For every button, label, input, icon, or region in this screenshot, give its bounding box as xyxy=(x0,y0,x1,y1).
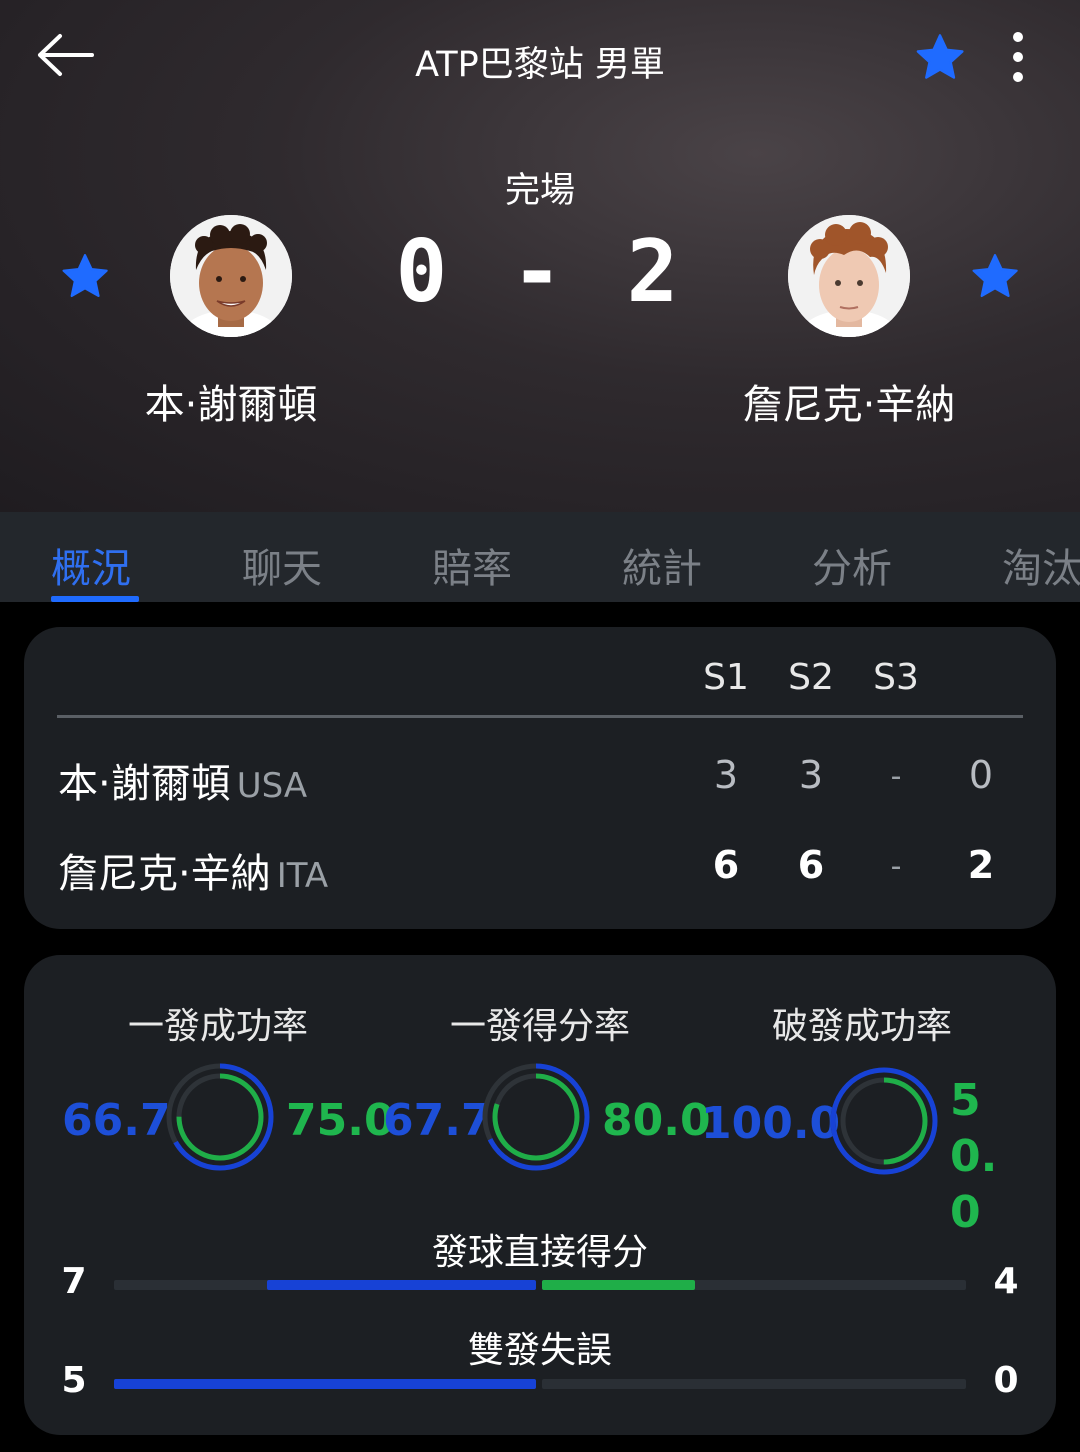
player2-avatar[interactable] xyxy=(788,215,910,337)
tab-analysis[interactable]: 分析 xyxy=(812,536,892,594)
player1-row-name: 本·謝爾頓 xyxy=(58,761,231,807)
bar-aces-left-fill xyxy=(267,1280,536,1290)
set-header-s3: S3 xyxy=(873,657,919,698)
scoreboard-card: S1 S2 S3 本·謝爾頓 USA 3 3 - 0 詹尼克·辛納 ITA 6 6 … xyxy=(24,627,1056,929)
bar-aces-right-fill xyxy=(542,1280,696,1290)
stat-first-serve-in-right: 75.0 xyxy=(286,1095,395,1146)
player1-s1: 3 xyxy=(713,753,739,797)
stat-first-serve-in-title: 一發成功率 xyxy=(127,1006,308,1047)
player2-row-name: 詹尼克·辛納 xyxy=(58,851,271,897)
bar-aces-left: 7 xyxy=(61,1261,87,1302)
player1-name[interactable]: 本·謝爾頓 xyxy=(51,372,411,430)
player2-s3: - xyxy=(890,849,902,884)
player1-favorite-star-icon[interactable] xyxy=(58,250,112,304)
player1-s2: 3 xyxy=(798,753,824,797)
bar-double-faults-left: 5 xyxy=(61,1360,87,1401)
stat-break-points-right: 50.0 xyxy=(950,1075,998,1238)
player2-name[interactable]: 詹尼克·辛納 xyxy=(669,372,1029,430)
ring-left-arc xyxy=(830,1067,938,1175)
stat-break-points-left: 100.0 xyxy=(701,1098,841,1149)
bar-double-faults-right: 0 xyxy=(993,1360,1019,1401)
player1-avatar[interactable] xyxy=(170,215,292,337)
tab-bar: 概況 聊天 賠率 統計 分析 淘汰 xyxy=(0,512,1080,602)
favorite-star-icon[interactable] xyxy=(912,30,968,86)
tab-overview[interactable]: 概況 xyxy=(51,536,131,594)
scoreboard-player1: 本·謝爾頓 USA xyxy=(58,751,307,809)
more-menu-icon[interactable] xyxy=(1000,28,1036,86)
stat-first-serve-won-left: 67.7 xyxy=(383,1095,492,1146)
player1-country: USA xyxy=(236,766,308,806)
match-score: 0 - 2 xyxy=(395,222,685,322)
player2-favorite-star-icon[interactable] xyxy=(968,250,1022,304)
match-status: 完場 xyxy=(504,171,575,211)
player2-country: ITA xyxy=(276,856,329,896)
stat-ring-first-serve-in xyxy=(166,1063,274,1171)
player2-s1: 6 xyxy=(712,843,740,887)
stats-card: 一發成功率 一發得分率 破發成功率 66.7 75.0 67.7 80.0 10… xyxy=(24,955,1056,1435)
set-header-s1: S1 xyxy=(703,657,749,698)
tab-chat[interactable]: 聊天 xyxy=(242,536,322,594)
bar-double-faults-right-track xyxy=(542,1379,966,1389)
tab-stats[interactable]: 統計 xyxy=(622,536,702,594)
bar-double-faults-left-fill xyxy=(114,1379,536,1389)
player1-total: 0 xyxy=(968,753,994,797)
stat-first-serve-in-left: 66.7 xyxy=(62,1095,171,1146)
stat-ring-first-serve-won xyxy=(482,1063,590,1171)
match-header: ATP巴黎站 男單 完場 0 - 2 本·謝爾頓 詹尼克·辛納 xyxy=(0,0,1080,512)
stat-ring-break-points xyxy=(830,1067,938,1175)
bar-aces-right: 4 xyxy=(993,1261,1019,1302)
bar-aces-title: 發球直接得分 xyxy=(431,1232,648,1273)
stat-first-serve-won-title: 一發得分率 xyxy=(449,1006,630,1047)
set-header-s2: S2 xyxy=(788,657,834,698)
scoreboard-divider xyxy=(57,715,1023,718)
active-tab-indicator xyxy=(51,596,139,602)
tab-knockout[interactable]: 淘汰 xyxy=(1002,536,1080,594)
scoreboard-player2: 詹尼克·辛納 ITA xyxy=(58,841,328,899)
player2-total: 2 xyxy=(967,843,995,887)
tab-odds[interactable]: 賠率 xyxy=(432,536,512,594)
player1-s3: - xyxy=(890,759,902,794)
bar-double-faults-title: 雙發失誤 xyxy=(467,1330,612,1371)
player2-s2: 6 xyxy=(797,843,825,887)
stat-break-points-title: 破發成功率 xyxy=(771,1006,952,1047)
stat-first-serve-won-right: 80.0 xyxy=(602,1095,711,1146)
